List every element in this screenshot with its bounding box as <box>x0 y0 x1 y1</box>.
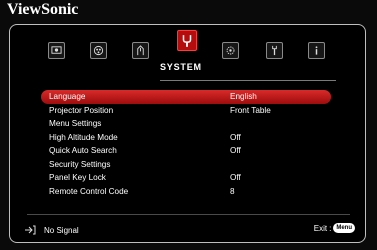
input-source-icon <box>25 225 36 235</box>
tab-power[interactable] <box>132 42 149 59</box>
menu-item-label: Language <box>49 92 86 101</box>
system-menu: Language English Projector Position Fron… <box>41 90 331 198</box>
display-icon <box>51 46 62 54</box>
menu-item-label: Security Settings <box>49 159 111 169</box>
exit-hint: Exit : Menu <box>314 223 355 233</box>
tab-information[interactable] <box>308 42 325 59</box>
tab-maintenance[interactable] <box>266 42 283 59</box>
tab-bar: SYSTEM <box>10 25 365 95</box>
tab-system[interactable] <box>177 30 197 51</box>
divider <box>160 80 336 81</box>
tab-advanced[interactable] <box>222 42 239 59</box>
menu-item-label: Panel Key Lock <box>49 173 106 182</box>
menu-item-security-settings[interactable]: Security Settings <box>41 158 331 172</box>
menu-item-quick-auto-search[interactable]: Quick Auto Search Off <box>41 144 331 158</box>
footer-divider <box>27 214 350 215</box>
menu-button[interactable]: Menu <box>333 223 355 233</box>
menu-item-value: Front Table <box>230 105 271 115</box>
menu-item-panel-key-lock[interactable]: Panel Key Lock Off <box>41 171 331 185</box>
menu-item-label: Remote Control Code <box>49 186 129 196</box>
picture-icon <box>93 45 104 56</box>
menu-item-value: Off <box>230 146 241 155</box>
tab-display[interactable] <box>48 42 65 59</box>
info-icon <box>315 46 318 55</box>
tab-title: SYSTEM <box>160 62 202 72</box>
menu-item-projector-position[interactable]: Projector Position Front Table <box>41 104 331 118</box>
exit-separator: : <box>329 223 332 233</box>
menu-item-value: 8 <box>230 186 235 196</box>
signal-status: No Signal <box>24 225 79 235</box>
menu-item-value: Off <box>230 132 241 142</box>
menu-item-label: High Altitude Mode <box>49 132 118 142</box>
exit-label: Exit <box>313 223 328 233</box>
power-icon <box>137 45 144 56</box>
menu-item-label: Projector Position <box>49 105 114 115</box>
osd-panel: SYSTEM Language English Projector Positi… <box>9 24 366 243</box>
menu-item-language[interactable]: Language English <box>41 90 331 104</box>
menu-item-menu-settings[interactable]: Menu Settings <box>41 117 331 131</box>
menu-item-remote-control-code[interactable]: Remote Control Code 8 <box>41 185 331 199</box>
system-icon <box>182 34 192 47</box>
brand-logo: ViewSonic <box>7 1 79 18</box>
wrench-icon <box>272 45 277 56</box>
tab-picture[interactable] <box>90 42 107 59</box>
menu-item-label: Menu Settings <box>49 119 102 128</box>
menu-item-value: Off <box>230 173 241 182</box>
signal-text: No Signal <box>44 225 79 235</box>
menu-item-label: Quick Auto Search <box>49 146 117 155</box>
menu-item-value: English <box>230 92 257 101</box>
gear-icon <box>226 46 235 55</box>
menu-item-high-altitude-mode[interactable]: High Altitude Mode Off <box>41 131 331 145</box>
